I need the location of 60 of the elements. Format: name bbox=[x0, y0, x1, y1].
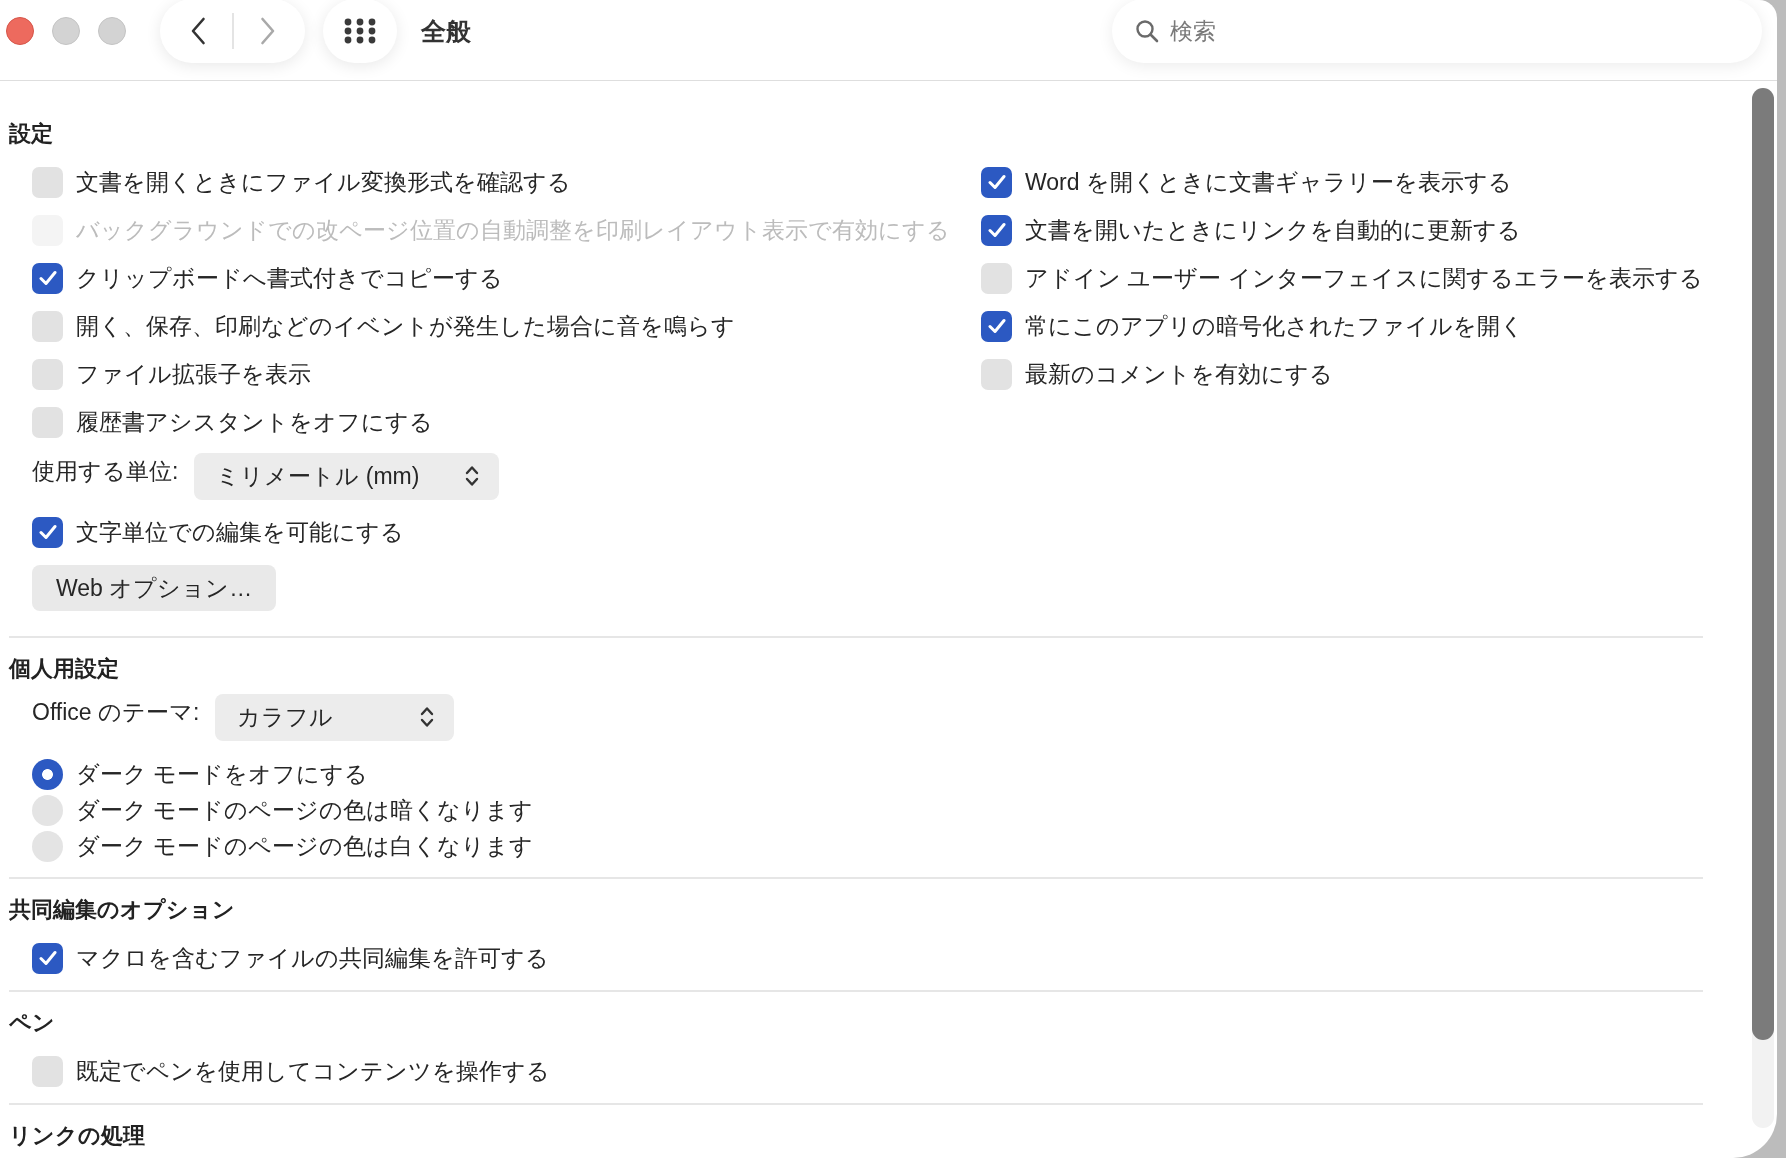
checkbox-label: クリップボードへ書式付きでコピーする bbox=[76, 263, 503, 293]
web-options-button[interactable]: Web オプション… bbox=[32, 565, 277, 611]
checkbox[interactable] bbox=[981, 358, 1012, 390]
checkbox-label: マクロを含むファイルの共同編集を許可する bbox=[76, 943, 549, 973]
checkbox-label: 開く、保存、印刷などのイベントが発生した場合に音を鳴らす bbox=[76, 311, 735, 341]
radio-label: ダーク モードをオフにする bbox=[76, 759, 369, 789]
section-heading: 個人用設定 bbox=[9, 655, 119, 683]
dropdown[interactable]: カラフル bbox=[215, 693, 455, 741]
dropdown[interactable]: ミリメートル (mm) bbox=[194, 452, 500, 500]
chevron-updown-icon bbox=[420, 705, 435, 729]
checkbox-label: 文書を開くときにファイル変換形式を確認する bbox=[76, 167, 571, 197]
checkbox-label: 既定でペンを使用してコンテンツを操作する bbox=[76, 1056, 550, 1086]
checkbox-label: 文字単位での編集を可能にする bbox=[76, 517, 404, 547]
search-field[interactable]: 検索 bbox=[1112, 0, 1762, 63]
section-heading: 共同編集のオプション bbox=[9, 896, 235, 924]
checkmark-icon bbox=[987, 318, 1006, 334]
checkmark-icon bbox=[987, 222, 1006, 238]
checkbox[interactable] bbox=[981, 214, 1012, 246]
checkmark-icon bbox=[38, 524, 57, 540]
checkbox[interactable] bbox=[32, 406, 63, 438]
checkbox[interactable] bbox=[32, 1055, 63, 1087]
checkbox[interactable] bbox=[32, 358, 63, 390]
checkbox[interactable] bbox=[32, 262, 63, 294]
checkbox[interactable] bbox=[32, 516, 63, 548]
checkbox[interactable] bbox=[32, 310, 63, 342]
checkbox-label: 文書を開いたときにリンクを自動的に更新する bbox=[1025, 215, 1521, 245]
checkbox[interactable] bbox=[32, 166, 63, 198]
search-icon bbox=[1135, 19, 1159, 43]
zoom-button[interactable] bbox=[98, 17, 126, 45]
checkmark-icon bbox=[38, 950, 57, 966]
grid-icon bbox=[344, 18, 376, 44]
close-button[interactable] bbox=[6, 17, 34, 45]
radio-button[interactable] bbox=[32, 794, 63, 826]
chevron-right-icon bbox=[259, 17, 276, 45]
checkbox-label: ファイル拡張子を表示 bbox=[76, 359, 311, 389]
checkmark-icon bbox=[38, 270, 57, 286]
radio-button[interactable] bbox=[32, 830, 63, 862]
section-heading: 設定 bbox=[9, 120, 53, 148]
chevron-left-icon bbox=[189, 17, 206, 45]
radio-label: ダーク モードのページの色は白くなります bbox=[76, 831, 534, 861]
radio-button[interactable] bbox=[32, 758, 63, 790]
checkbox-label: アドイン ユーザー インターフェイスに関するエラーを表示する bbox=[1025, 263, 1703, 293]
checkbox[interactable] bbox=[981, 310, 1012, 342]
checkbox-label: 履歴書アシスタントをオフにする bbox=[76, 407, 433, 437]
field-label: 使用する単位: bbox=[32, 456, 179, 486]
section-heading: リンクの処理 bbox=[9, 1122, 145, 1150]
checkbox[interactable] bbox=[981, 166, 1012, 198]
checkmark-icon bbox=[987, 174, 1006, 190]
minimize-button[interactable] bbox=[52, 17, 80, 45]
checkbox-label: バックグラウンドでの改ページ位置の自動調整を印刷レイアウト表示で有効にする bbox=[76, 215, 950, 245]
checkbox[interactable] bbox=[32, 942, 63, 974]
chevron-updown-icon bbox=[465, 464, 480, 488]
checkbox-label: 常にこのアプリの暗号化されたファイルを開く bbox=[1025, 311, 1524, 341]
radio-label: ダーク モードのページの色は暗くなります bbox=[76, 795, 534, 825]
window-title: 全般 bbox=[421, 15, 471, 47]
checkbox-label: Word を開くときに文書ギャラリーを表示する bbox=[1025, 167, 1512, 197]
field-label: Office のテーマ: bbox=[32, 697, 200, 727]
checkbox-label: 最新のコメントを有効にする bbox=[1025, 359, 1333, 389]
checkbox[interactable] bbox=[981, 262, 1012, 294]
section-heading: ペン bbox=[9, 1009, 55, 1037]
